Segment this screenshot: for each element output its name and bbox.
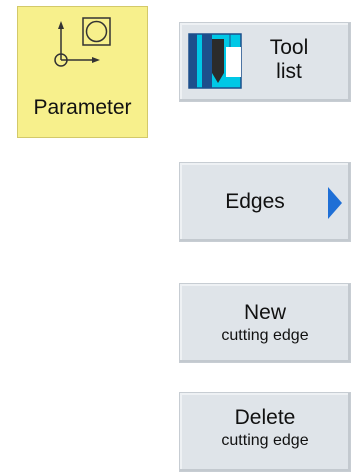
tool-list-line1: Tool (269, 36, 309, 59)
edges-softkey[interactable]: Edges (179, 162, 351, 242)
new-cutting-edge-line2: cutting edge (221, 327, 309, 344)
delete-cutting-edge-softkey[interactable]: Delete cutting edge (179, 392, 351, 472)
coordinate-frame-icon (54, 17, 111, 67)
parameter-tile[interactable]: Parameter (17, 6, 148, 138)
tool-list-line2: list (276, 60, 302, 83)
new-cutting-edge-softkey[interactable]: New cutting edge (179, 283, 351, 363)
parameter-label: Parameter (33, 96, 132, 119)
new-cutting-edge-line1: New (243, 301, 286, 324)
softkey-panel: Parameter Tool list Edges New cutting ed… (0, 0, 354, 473)
triangle-right-icon (328, 187, 342, 219)
delete-cutting-edge-line1: Delete (234, 406, 296, 429)
tool-list-softkey[interactable]: Tool list (179, 22, 351, 102)
edges-label: Edges (225, 190, 285, 213)
delete-cutting-edge-line2: cutting edge (221, 432, 309, 449)
